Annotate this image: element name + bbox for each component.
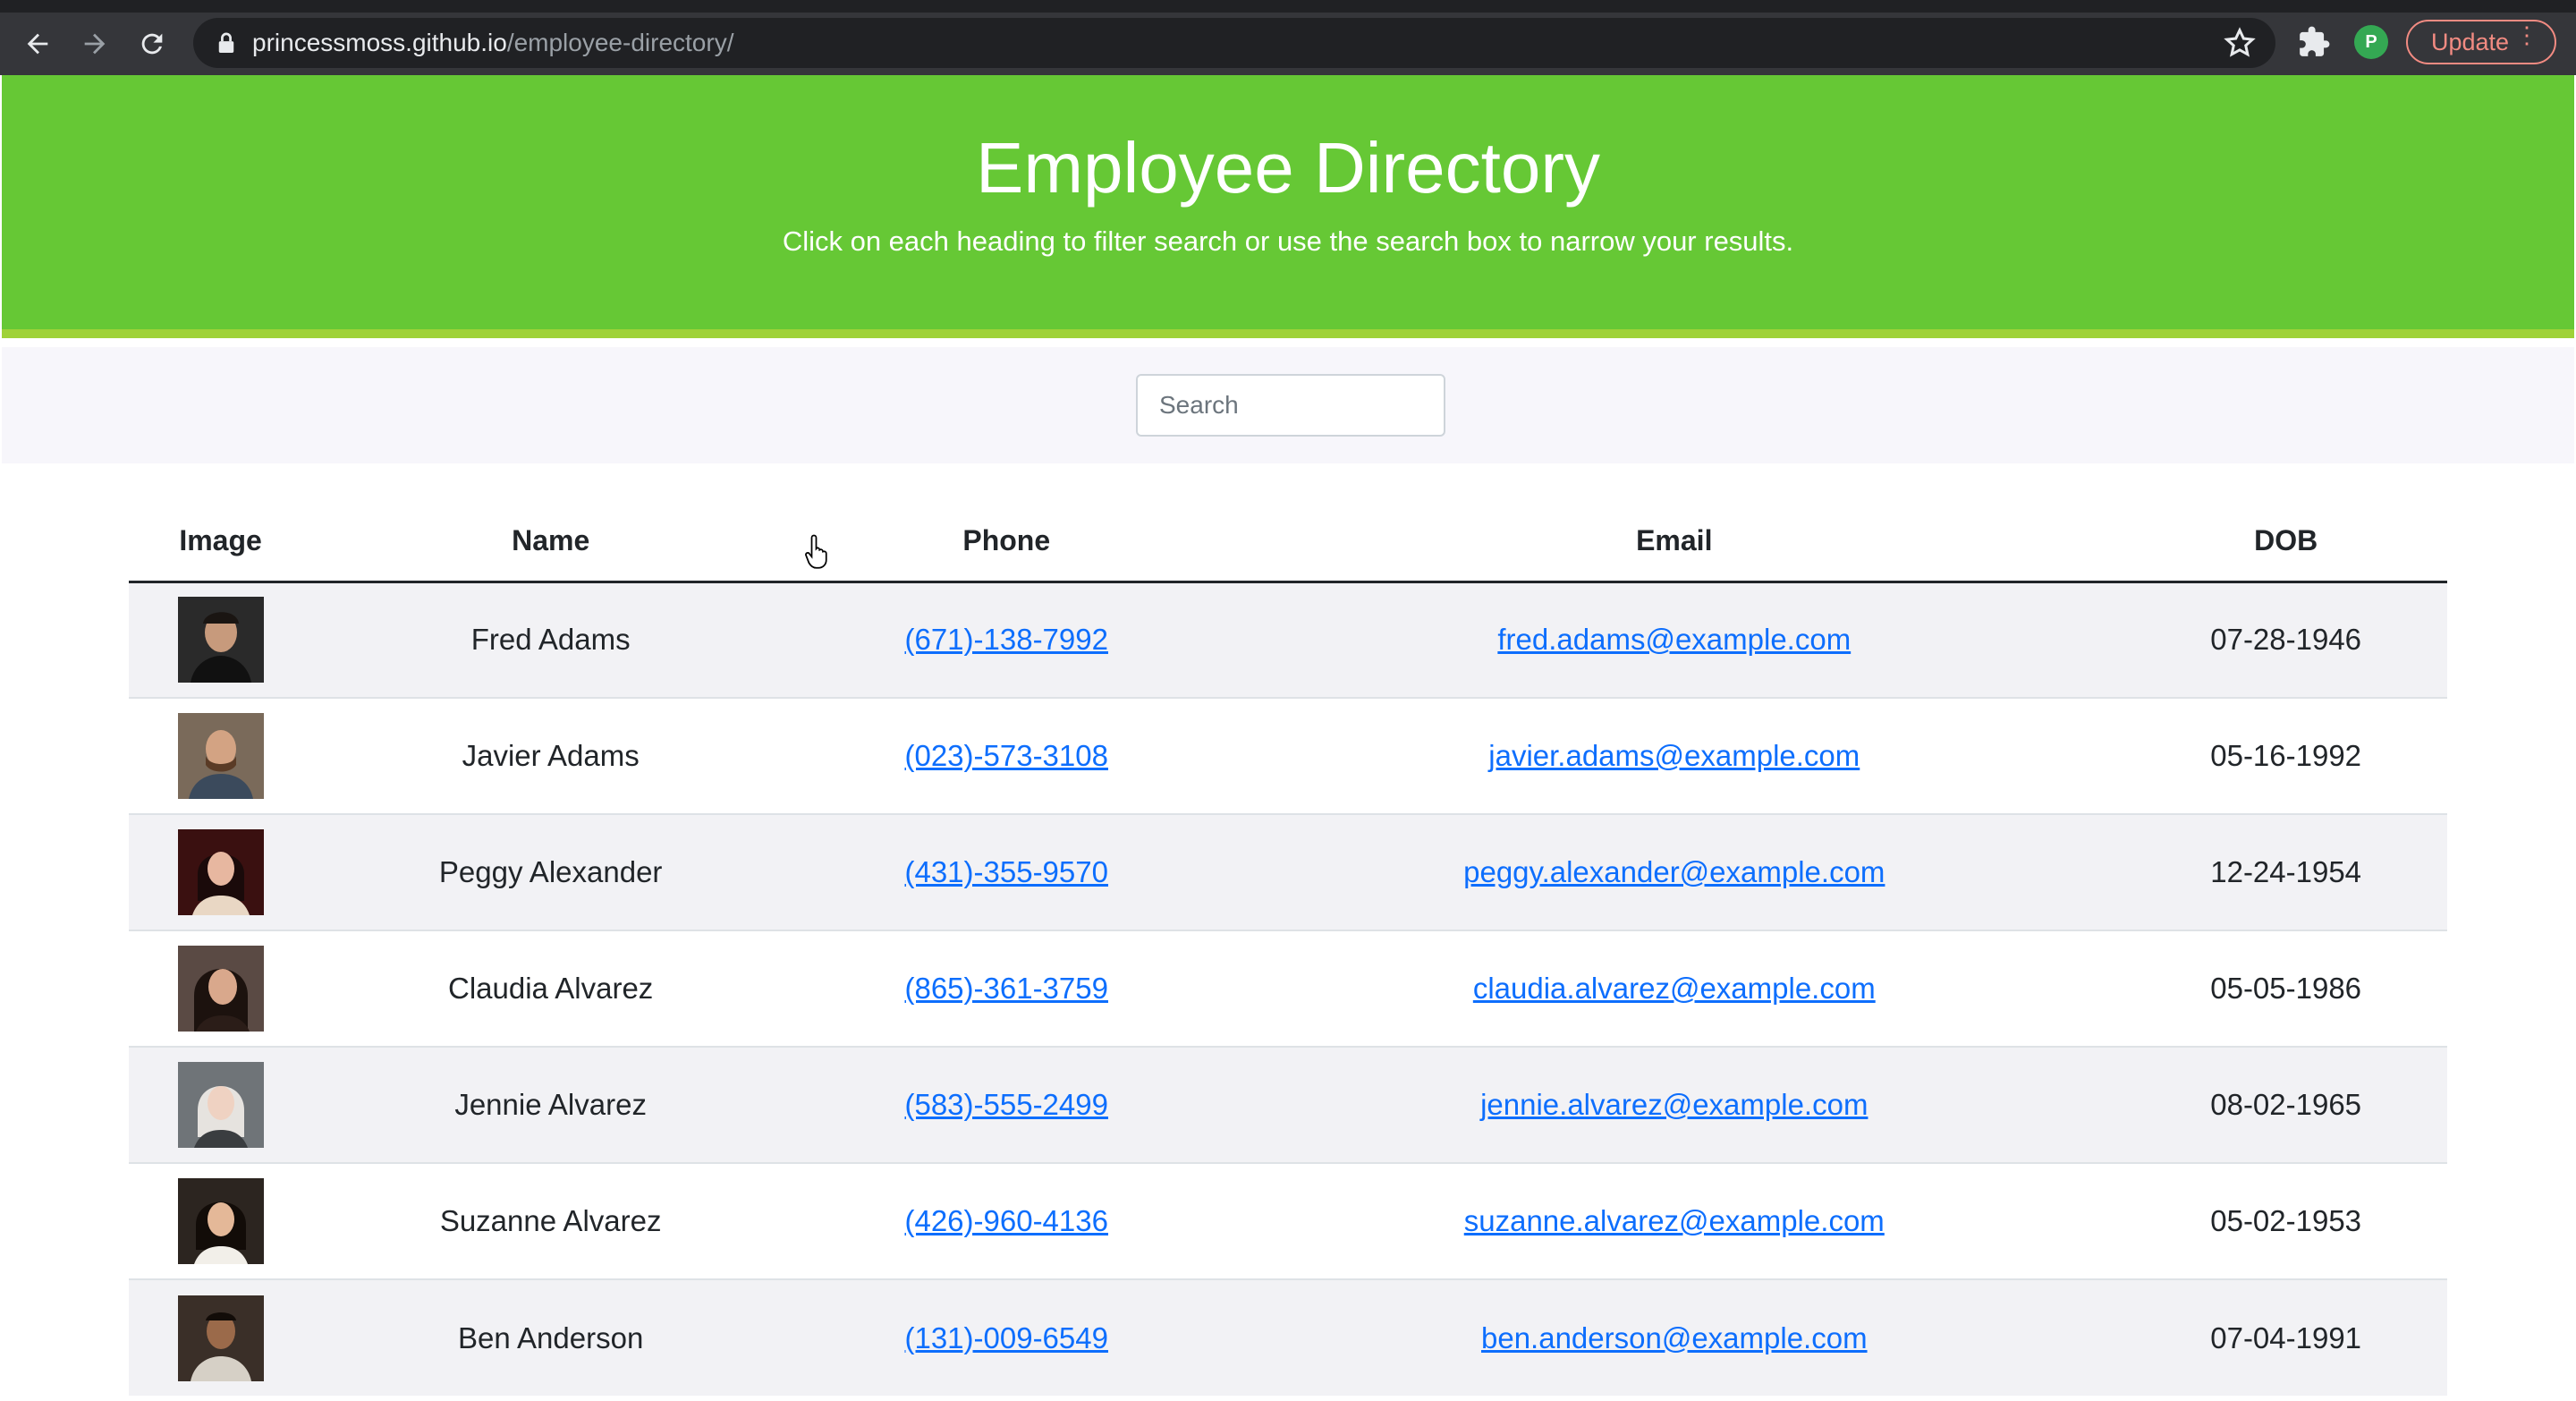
column-header-email[interactable]: Email	[1224, 501, 2125, 583]
email-cell: javier.adams@example.com	[1224, 697, 2125, 814]
dob-cell: 07-04-1991	[2124, 1278, 2447, 1396]
extensions-puzzle-icon[interactable]	[2297, 25, 2331, 59]
profile-avatar[interactable]: P	[2354, 25, 2388, 59]
name-cell: Javier Adams	[312, 697, 790, 814]
phone-cell: (431)-355-9570	[789, 813, 1224, 930]
page-title: Employee Directory	[975, 128, 1600, 208]
search-input[interactable]	[1136, 374, 1445, 437]
image-cell	[129, 930, 313, 1047]
search-section	[2, 347, 2574, 463]
email-link[interactable]: claudia.alvarez@example.com	[1473, 972, 1876, 1005]
image-cell	[129, 1278, 313, 1396]
image-cell	[129, 697, 313, 814]
arrow-right-icon	[84, 33, 106, 55]
email-cell: claudia.alvarez@example.com	[1224, 930, 2125, 1047]
phone-cell: (671)-138-7992	[789, 581, 1224, 698]
phone-cell: (583)-555-2499	[789, 1046, 1224, 1163]
email-link[interactable]: jennie.alvarez@example.com	[1480, 1088, 1868, 1121]
employee-photo	[177, 1295, 264, 1381]
page-subtitle: Click on each heading to filter search o…	[782, 225, 1794, 257]
email-cell: ben.anderson@example.com	[1224, 1278, 2125, 1396]
bookmark-star-icon[interactable]	[2224, 27, 2256, 59]
dob-cell: 05-02-1953	[2124, 1162, 2447, 1279]
phone-link[interactable]: (131)-009-6549	[904, 1321, 1108, 1354]
table-row: Suzanne Alvarez (426)-960-4136 suzanne.a…	[129, 1162, 2447, 1279]
phone-cell: (131)-009-6549	[789, 1278, 1224, 1396]
name-cell: Claudia Alvarez	[312, 930, 790, 1047]
phone-link[interactable]: (671)-138-7992	[904, 623, 1108, 656]
phone-link[interactable]: (431)-355-9570	[904, 855, 1108, 888]
email-link[interactable]: fred.adams@example.com	[1497, 623, 1851, 656]
dob-cell: 07-28-1946	[2124, 581, 2447, 698]
image-cell	[129, 1162, 313, 1279]
dob-cell: 12-24-1954	[2124, 813, 2447, 930]
image-cell	[129, 581, 313, 698]
email-link[interactable]: suzanne.alvarez@example.com	[1464, 1204, 1885, 1237]
table-row: Peggy Alexander (431)-355-9570 peggy.ale…	[129, 813, 2447, 930]
update-button[interactable]: Update ⋮	[2406, 20, 2556, 64]
hand-cursor-icon	[805, 534, 827, 569]
reload-button[interactable]	[123, 15, 181, 72]
table-row: Ben Anderson (131)-009-6549 ben.anderson…	[129, 1278, 2447, 1396]
email-cell: fred.adams@example.com	[1224, 581, 2125, 698]
table-row: Fred Adams (671)-138-7992 fred.adams@exa…	[129, 581, 2447, 698]
address-bar[interactable]: princessmoss.github.io/employee-director…	[193, 18, 2275, 68]
employee-photo	[177, 597, 264, 684]
forward-button[interactable]	[66, 15, 123, 72]
phone-cell: (023)-573-3108	[789, 697, 1224, 814]
email-link[interactable]: ben.anderson@example.com	[1481, 1321, 1868, 1354]
table-row: Jennie Alvarez (583)-555-2499 jennie.alv…	[129, 1046, 2447, 1163]
employee-table-container: Image Name Phone Email DOB Fred Adams (6…	[129, 501, 2447, 1396]
dob-cell: 08-02-1965	[2124, 1046, 2447, 1163]
email-link[interactable]: peggy.alexander@example.com	[1463, 855, 1885, 888]
table-row: Javier Adams (023)-573-3108 javier.adams…	[129, 697, 2447, 814]
employee-photo	[177, 1178, 264, 1264]
name-cell: Fred Adams	[312, 581, 790, 698]
arrow-left-icon	[27, 33, 48, 55]
column-header-dob[interactable]: DOB	[2124, 501, 2447, 583]
image-cell	[129, 1046, 313, 1163]
lock-icon	[218, 32, 234, 53]
phone-link[interactable]: (023)-573-3108	[904, 739, 1108, 772]
image-cell	[129, 813, 313, 930]
employee-photo	[177, 1062, 264, 1148]
table-row: Claudia Alvarez (865)-361-3759 claudia.a…	[129, 930, 2447, 1047]
phone-cell: (865)-361-3759	[789, 930, 1224, 1047]
name-cell: Jennie Alvarez	[312, 1046, 790, 1163]
column-header-name[interactable]: Name	[312, 501, 790, 583]
phone-cell: (426)-960-4136	[789, 1162, 1224, 1279]
dob-cell: 05-05-1986	[2124, 930, 2447, 1047]
name-cell: Ben Anderson	[312, 1278, 790, 1396]
email-cell: suzanne.alvarez@example.com	[1224, 1162, 2125, 1279]
back-button[interactable]	[9, 15, 66, 72]
name-cell: Peggy Alexander	[312, 813, 790, 930]
url-path: /employee-directory/	[506, 29, 734, 56]
email-link[interactable]: javier.adams@example.com	[1488, 739, 1860, 772]
url-host: princessmoss.github.io	[252, 29, 507, 56]
column-header-image[interactable]: Image	[129, 501, 313, 583]
page-header: Employee Directory Click on each heading…	[2, 75, 2574, 338]
url-text: princessmoss.github.io/employee-director…	[252, 29, 733, 57]
phone-link[interactable]: (865)-361-3759	[904, 972, 1108, 1005]
employee-photo	[177, 829, 264, 915]
email-cell: peggy.alexander@example.com	[1224, 813, 2125, 930]
employee-table: Image Name Phone Email DOB Fred Adams (6…	[129, 501, 2447, 1396]
table-header-row: Image Name Phone Email DOB	[129, 501, 2447, 583]
name-cell: Suzanne Alvarez	[312, 1162, 790, 1279]
update-label: Update	[2431, 28, 2510, 55]
email-cell: jennie.alvarez@example.com	[1224, 1046, 2125, 1163]
phone-link[interactable]: (426)-960-4136	[904, 1204, 1108, 1237]
employee-photo	[177, 946, 264, 1032]
employee-photo	[177, 713, 264, 799]
column-header-phone[interactable]: Phone	[789, 501, 1224, 583]
phone-link[interactable]: (583)-555-2499	[904, 1088, 1108, 1121]
dob-cell: 05-16-1992	[2124, 697, 2447, 814]
reload-icon	[141, 33, 163, 55]
more-vert-icon: ⋮	[2515, 21, 2538, 48]
